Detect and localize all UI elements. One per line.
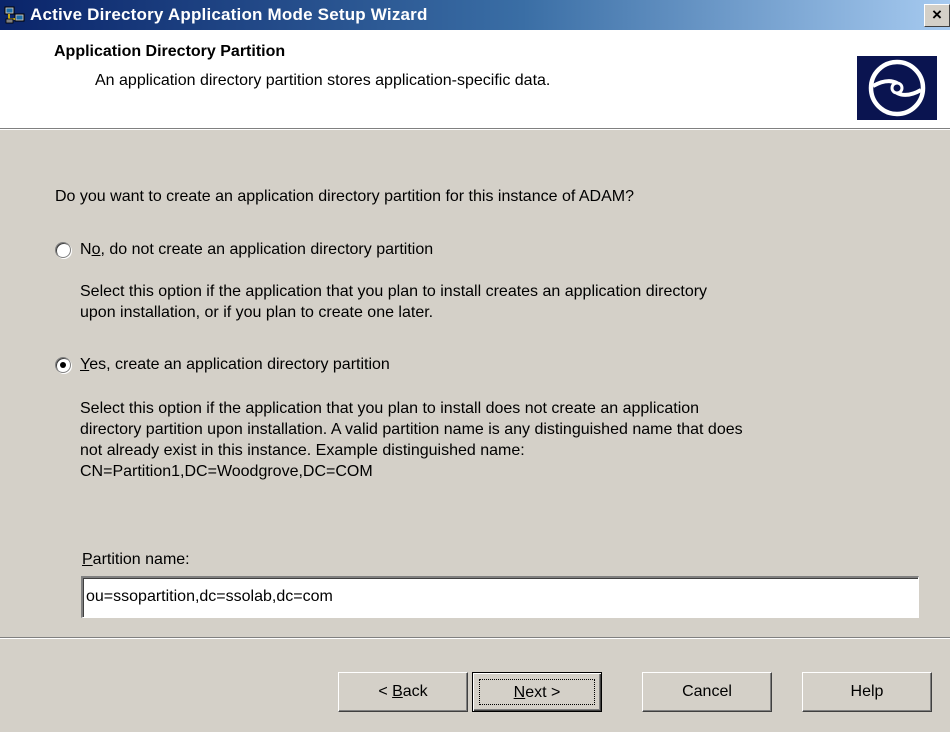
no-partition-description-line: upon installation, or if you plan to cre… [80,304,434,321]
close-icon: × [932,5,942,24]
radio-selected-dot [60,362,66,368]
no-partition-radio[interactable] [55,242,71,258]
cancel-button[interactable]: Cancel [642,672,772,712]
yes-partition-description-line: not already exist in this instance. Exam… [80,442,525,459]
partition-name-input[interactable]: ou=ssopartition,dc=ssolab,dc=com [81,576,919,618]
title-bar[interactable]: Active Directory Application Mode Setup … [0,0,950,30]
close-button[interactable]: × [924,4,950,27]
page-subtitle: An application directory partition store… [95,72,551,89]
no-partition-label[interactable]: No, do not create an application directo… [80,239,433,260]
next-button[interactable]: Next > [472,672,602,712]
yes-partition-description-line: CN=Partition1,DC=Woodgrove,DC=COM [80,463,373,480]
disc-icon [857,56,937,120]
question-text: Do you want to create an application dir… [55,188,634,205]
yes-partition-radio[interactable] [55,357,71,373]
yes-partition-label[interactable]: Yes, create an application directory par… [80,354,390,375]
help-button[interactable]: Help [802,672,932,712]
back-button[interactable]: < Back [338,672,468,712]
wizard-window: Active Directory Application Mode Setup … [0,0,950,732]
partition-name-label: Partition name: [82,551,190,568]
focus-rectangle: Next > [479,679,595,705]
window-title: Active Directory Application Mode Setup … [30,5,428,24]
yes-partition-description-line: Select this option if the application th… [80,400,700,417]
page-title: Application Directory Partition [54,43,286,60]
network-app-icon [4,6,25,24]
yes-partition-description-line: directory partition upon installation. A… [80,421,743,438]
no-partition-description-line: Select this option if the application th… [80,283,708,300]
